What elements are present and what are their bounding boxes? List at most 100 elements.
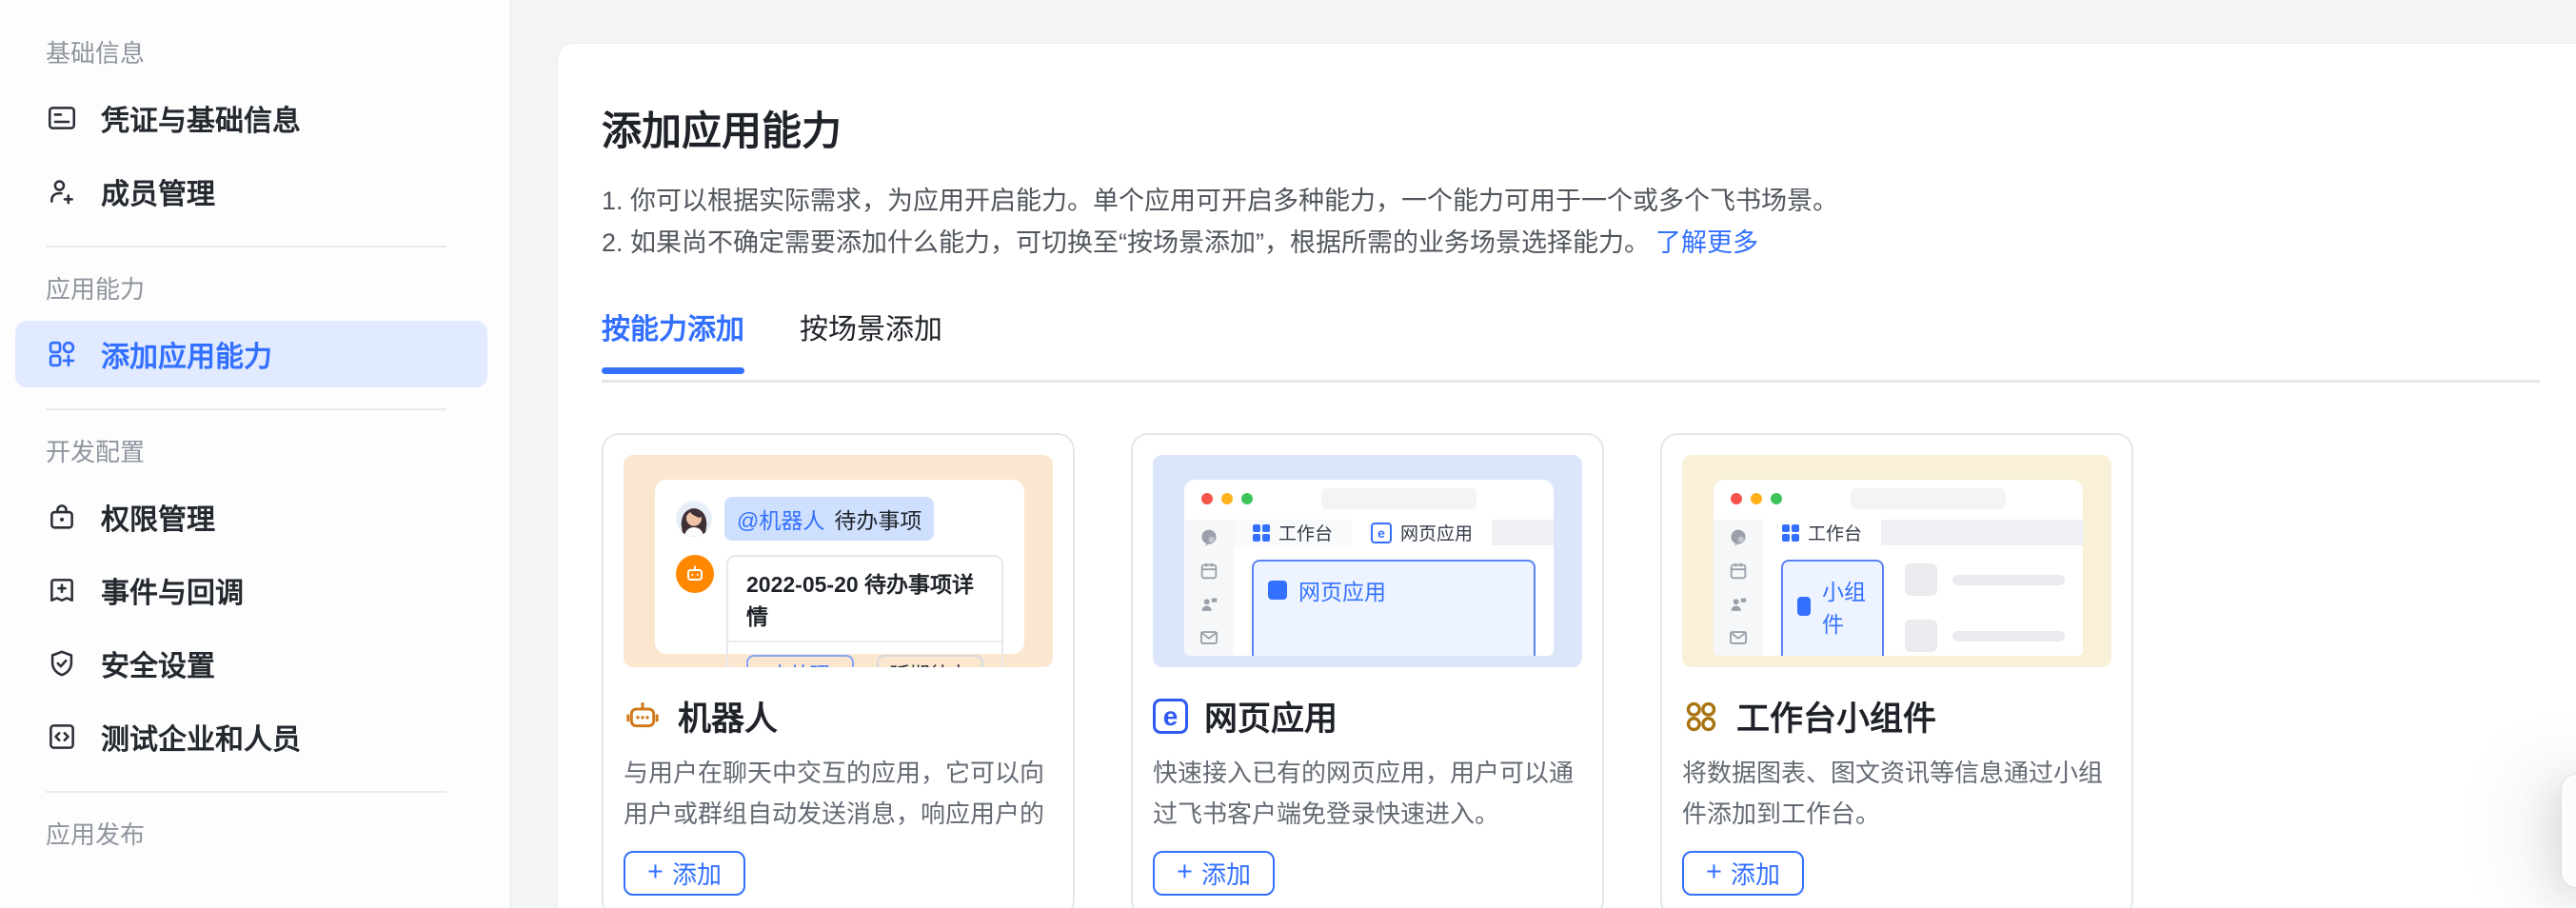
lock-icon [46, 501, 78, 533]
sidebar-item-label: 测试企业和人员 [101, 716, 301, 758]
id-card-icon [46, 102, 78, 134]
calendar-icon [1199, 561, 1219, 582]
sidebar-item-label: 成员管理 [101, 170, 215, 212]
card-description-webapp: 快速接入已有的网页应用，用户可以通过飞书客户端免登录快速进入。 [1153, 753, 1582, 835]
mock-sidebar [1714, 520, 1763, 656]
bot-chip-text: 待办事项 [834, 503, 921, 535]
mail-icon [1728, 627, 1749, 648]
webapp-e-icon: e [1371, 523, 1392, 543]
webapp-thumbnail: 工作台 e 网页应用 [1153, 455, 1582, 667]
content-card: 添加应用能力 1. 你可以根据实际需求，为应用开启能力。单个应用可开启多种能力，… [557, 43, 2576, 908]
calendar-icon [1728, 561, 1749, 582]
bot-avatar-icon [676, 555, 714, 593]
code-icon [46, 720, 78, 753]
widget-content-box: 小组件 [1781, 560, 1884, 656]
widget-thumbnail: 工作台 小组件 [1682, 455, 2111, 667]
add-button-label: 添加 [672, 856, 722, 891]
add-webapp-button[interactable]: + 添加 [1153, 851, 1275, 896]
widget-browser-mock: 工作台 小组件 [1714, 480, 2083, 656]
mock-tab-workbench: 工作台 [1763, 520, 1881, 545]
blue-square-icon [1797, 597, 1811, 616]
bot-mention-text: @机器人 [737, 503, 824, 535]
webapp-content-box: 网页应用 [1252, 560, 1536, 656]
page-description-line-2-text: 2. 如果尚不确定需要添加什么能力，可切换至“按场景添加”，根据所需的业务场景选… [602, 228, 1650, 257]
mock-tab-workbench-label: 工作台 [1278, 520, 1333, 545]
add-widget-button[interactable]: + 添加 [1682, 851, 1804, 896]
capability-card-bot: @机器人 待办事项 2022-05-20 待办事项详情 [602, 433, 1075, 908]
sidebar-item-members[interactable]: 成员管理 [0, 158, 510, 225]
add-button-label: 添加 [1731, 856, 1780, 891]
placeholder-row [1905, 563, 2065, 596]
contacts-icon [1199, 594, 1219, 615]
plus-icon: + [647, 859, 664, 886]
capability-cards-row: @机器人 待办事项 2022-05-20 待办事项详情 [602, 433, 2576, 908]
messenger-icon [1728, 527, 1749, 548]
webapp-box-label: 网页应用 [1298, 574, 1386, 606]
main-area: 添加应用能力 1. 你可以根据实际需求，为应用开启能力。单个应用可开启多种能力，… [511, 0, 2576, 908]
app-add-icon [46, 338, 78, 370]
placeholder-row [1905, 620, 2065, 652]
tab-by-capability[interactable]: 按能力添加 [602, 306, 744, 372]
webapp-browser-mock: 工作台 e 网页应用 [1184, 480, 1554, 656]
page-title: 添加应用能力 [602, 99, 2576, 157]
mock-tab-workbench: 工作台 [1234, 520, 1352, 545]
mock-tab-row: 工作台 [1763, 520, 2083, 545]
placeholder-column [1905, 563, 2065, 656]
traffic-lights-icon [1731, 493, 1782, 504]
sidebar-item-add-capabilities[interactable]: 添加应用能力 [15, 321, 487, 387]
sidebar-item-label: 添加应用能力 [101, 333, 272, 375]
todo-postpone-button: 延期待办 [877, 655, 984, 667]
edge-floating-widget[interactable] [2561, 774, 2576, 888]
robot-icon [624, 698, 662, 736]
avatar [676, 501, 712, 537]
sidebar-item-permissions[interactable]: 权限管理 [0, 484, 510, 550]
bot-chat-mock: @机器人 待办事项 2022-05-20 待办事项详情 [655, 480, 1024, 654]
sidebar-item-label: 安全设置 [101, 642, 215, 684]
blue-square-icon [1268, 581, 1287, 600]
sidebar-group-app-release: 应用发布 [0, 816, 510, 851]
sidebar-item-credentials[interactable]: 凭证与基础信息 [0, 85, 510, 151]
card-title-widget: 工作台小组件 [1736, 692, 1936, 740]
sidebar-divider [46, 791, 446, 793]
sidebar-item-label: 事件与回调 [101, 569, 244, 611]
mock-tab-webapp-label: 网页应用 [1400, 520, 1473, 545]
workbench-grid-icon [1782, 524, 1799, 542]
traffic-lights-icon [1201, 493, 1253, 504]
widget-box-label: 小组件 [1822, 574, 1868, 639]
sidebar-group-basic-info: 基础信息 [0, 34, 510, 69]
mock-tab-webapp: e 网页应用 [1352, 520, 1492, 545]
bot-mention-chip: @机器人 待办事项 [724, 497, 934, 541]
address-bar [1321, 488, 1476, 509]
todo-title: 2022-05-20 待办事项详情 [728, 557, 1001, 642]
web-app-icon: e [1153, 699, 1188, 734]
todo-handle-button: 去处理 [746, 655, 854, 667]
capability-card-webapp: 工作台 e 网页应用 [1131, 433, 1604, 908]
capability-tabs: 按能力添加 按场景添加 [602, 306, 2576, 372]
contacts-icon [1728, 594, 1749, 615]
widget-icon [1682, 698, 1720, 736]
page-description-line-2: 2. 如果尚不确定需要添加什么能力，可切换至“按场景添加”，根据所需的业务场景选… [602, 222, 2576, 264]
sidebar: 基础信息 凭证与基础信息 成员管理 应用能力 添加应用能力 开发配置 [0, 0, 511, 908]
add-bot-button[interactable]: + 添加 [624, 851, 745, 896]
tab-by-scenario[interactable]: 按场景添加 [800, 306, 942, 372]
mock-sidebar [1184, 520, 1234, 656]
card-description-widget: 将数据图表、图文资讯等信息通过小组件添加到工作台。 [1682, 753, 2111, 835]
sidebar-group-capabilities: 应用能力 [0, 270, 510, 306]
sidebar-item-security[interactable]: 安全设置 [0, 630, 510, 697]
plus-icon: + [1177, 859, 1193, 886]
learn-more-link[interactable]: 了解更多 [1655, 228, 1758, 257]
messenger-icon [1199, 527, 1219, 548]
todo-message-card: 2022-05-20 待办事项详情 去处理 延期待办 [726, 555, 1003, 667]
sidebar-item-label: 权限管理 [101, 496, 215, 538]
card-title-bot: 机器人 [678, 692, 778, 740]
card-title-webapp: 网页应用 [1204, 692, 1338, 740]
mail-icon [1199, 627, 1219, 648]
tabs-divider [602, 380, 2540, 383]
sidebar-item-test-company[interactable]: 测试企业和人员 [0, 703, 510, 770]
add-button-label: 添加 [1201, 856, 1251, 891]
sidebar-divider [46, 246, 446, 247]
bot-thumbnail: @机器人 待办事项 2022-05-20 待办事项详情 [624, 455, 1053, 667]
member-add-icon [46, 175, 78, 207]
shield-check-icon [46, 647, 78, 680]
sidebar-item-events-callbacks[interactable]: 事件与回调 [0, 557, 510, 623]
